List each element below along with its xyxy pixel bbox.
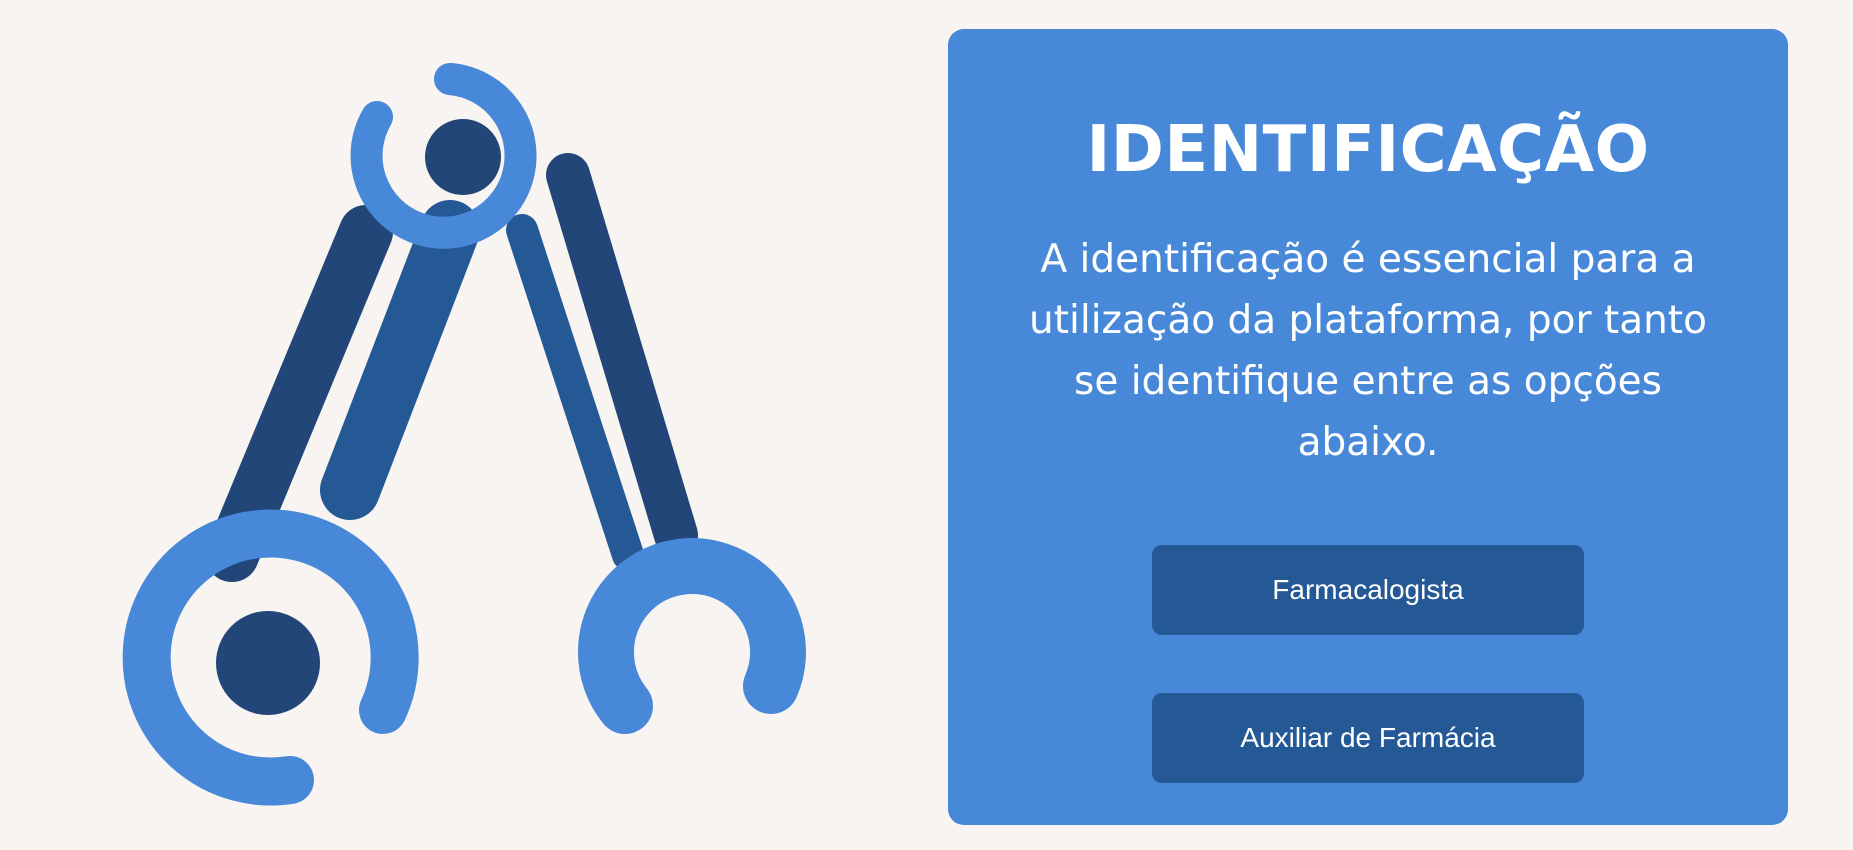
page-title: IDENTIFICAÇÃO bbox=[1086, 113, 1650, 187]
identification-description: A identificação é essencial para a utili… bbox=[1029, 237, 1707, 466]
wrenches-illustration bbox=[100, 40, 820, 830]
identification-options: Farmacalogista Auxiliar de Farmácia bbox=[948, 545, 1788, 784]
crossed-wrenches-icon bbox=[122, 63, 806, 806]
pharmacy-assistant-button[interactable]: Auxiliar de Farmácia bbox=[1152, 693, 1584, 784]
identification-card: IDENTIFICAÇÃO A identificação é essencia… bbox=[948, 29, 1788, 825]
pharmacologist-button[interactable]: Farmacalogista bbox=[1152, 545, 1584, 636]
identification-page: IDENTIFICAÇÃO A identificação é essencia… bbox=[0, 0, 1853, 850]
